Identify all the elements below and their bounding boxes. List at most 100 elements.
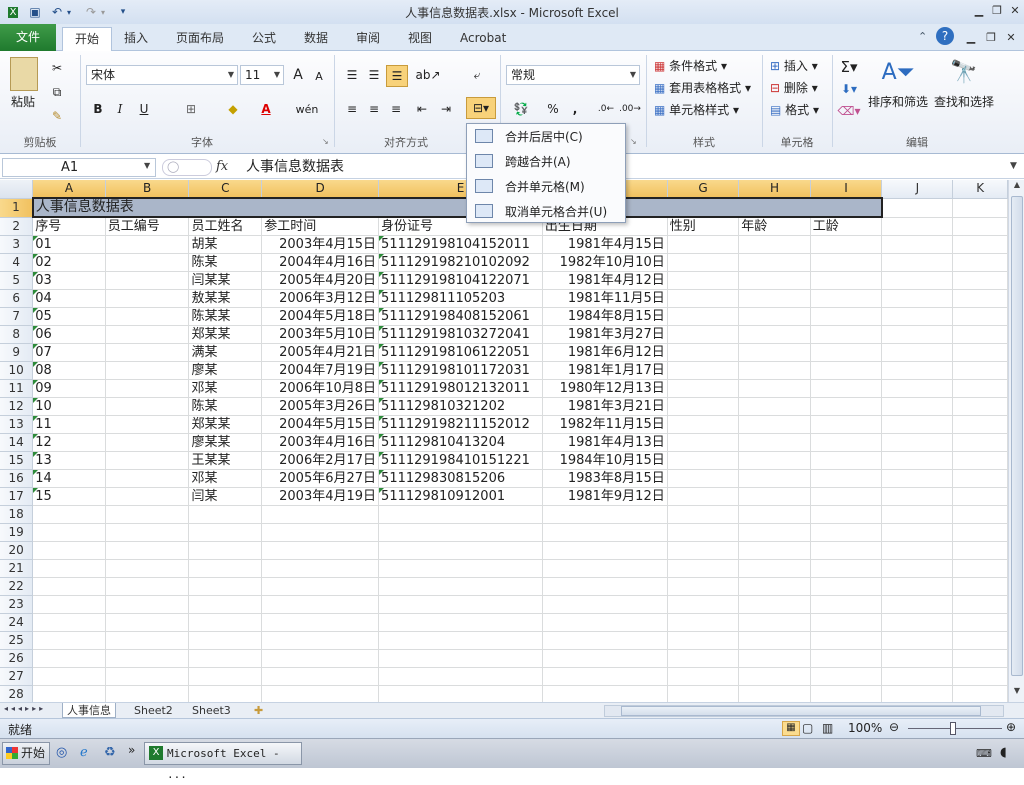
name-box[interactable]: A1 (2, 158, 156, 177)
cell[interactable]: 满某 (188, 343, 263, 362)
row-header[interactable]: 14 (0, 433, 34, 452)
cell[interactable] (881, 451, 954, 470)
row-header[interactable]: 19 (0, 523, 34, 542)
cell[interactable] (261, 613, 380, 632)
cell[interactable] (188, 649, 263, 668)
cell[interactable] (188, 541, 263, 560)
cell[interactable] (542, 595, 668, 614)
cell[interactable] (667, 487, 740, 506)
cell[interactable] (738, 613, 811, 632)
cell[interactable] (952, 451, 1008, 470)
cell[interactable] (667, 541, 740, 560)
orientation-icon[interactable]: ab↗ (415, 65, 440, 85)
row-header[interactable]: 11 (0, 379, 34, 398)
cell[interactable] (810, 235, 883, 254)
cell[interactable] (810, 451, 883, 470)
cell[interactable] (810, 343, 883, 362)
format-painter-icon[interactable]: ✎ (48, 107, 66, 125)
more-quicklaunch-icon[interactable]: » (128, 743, 135, 757)
cell[interactable] (952, 523, 1008, 542)
cell[interactable] (542, 667, 668, 686)
cell[interactable] (738, 325, 811, 344)
cell[interactable] (952, 397, 1008, 416)
cell[interactable]: 511129198410151221 (378, 451, 543, 470)
cell[interactable] (881, 433, 954, 452)
page-break-view-icon[interactable]: ▥ (822, 721, 833, 735)
cell[interactable]: 郑某某 (188, 325, 263, 344)
quicklaunch-icon-3[interactable]: ♻ (104, 745, 120, 761)
cell[interactable] (105, 469, 190, 488)
cell[interactable]: 1982年11月15日 (542, 415, 668, 434)
cell[interactable]: 11 (32, 415, 106, 434)
tab-page-layout[interactable]: 页面布局 (164, 27, 236, 51)
cell[interactable] (738, 559, 811, 578)
cell[interactable] (32, 667, 106, 686)
cell[interactable] (667, 343, 740, 362)
insert-function-icon[interactable]: fx (216, 159, 228, 174)
row-header[interactable]: 15 (0, 451, 34, 470)
cell[interactable] (105, 415, 190, 434)
cell[interactable] (667, 469, 740, 488)
column-header[interactable]: I (810, 180, 883, 199)
cell[interactable]: 10 (32, 397, 106, 416)
cell[interactable] (810, 415, 883, 434)
cell[interactable]: 1981年3月21日 (542, 397, 668, 416)
cell[interactable] (105, 253, 190, 272)
paste-button[interactable]: 粘贴 (11, 93, 35, 110)
column-header[interactable]: J (881, 180, 954, 199)
cell[interactable] (738, 433, 811, 452)
cell[interactable]: 年龄 (738, 217, 811, 236)
cell[interactable] (952, 325, 1008, 344)
find-select-button[interactable]: 查找和选择 (934, 93, 994, 110)
row-header[interactable]: 27 (0, 667, 34, 686)
cell[interactable] (105, 649, 190, 668)
font-name-combo[interactable]: 宋体 ▼ (86, 65, 238, 85)
cell[interactable]: 04 (32, 289, 106, 308)
tab-data[interactable]: 数据 (292, 27, 340, 51)
cell[interactable]: 2006年10月8日 (261, 379, 380, 398)
cell[interactable]: 06 (32, 325, 106, 344)
cell[interactable] (738, 379, 811, 398)
row-header[interactable]: 1 (0, 198, 34, 218)
cell[interactable] (542, 505, 668, 524)
cell[interactable]: 02 (32, 253, 106, 272)
unmerge-cells-item[interactable]: 取消单元格合并(U) (469, 199, 624, 223)
zoom-level[interactable]: 100% (848, 721, 882, 735)
cell[interactable] (105, 271, 190, 290)
row-header[interactable]: 17 (0, 487, 34, 506)
cell[interactable] (738, 253, 811, 272)
sort-filter-button[interactable]: 排序和筛选 (868, 93, 928, 110)
cell[interactable]: 2005年4月20日 (261, 271, 380, 290)
cell[interactable] (738, 397, 811, 416)
cell[interactable] (810, 613, 883, 632)
cell[interactable] (881, 415, 954, 434)
row-header[interactable]: 8 (0, 325, 34, 344)
cell[interactable] (105, 433, 190, 452)
column-header[interactable]: C (188, 180, 263, 199)
clear-icon[interactable]: ⌫▾ (838, 101, 861, 121)
cell[interactable] (105, 451, 190, 470)
cell[interactable] (810, 631, 883, 650)
cell[interactable]: 1981年6月12日 (542, 343, 668, 362)
row-header[interactable]: 13 (0, 415, 34, 434)
row-header[interactable]: 23 (0, 595, 34, 614)
cell[interactable]: 511129198104152011 (378, 235, 543, 254)
cell[interactable] (188, 577, 263, 596)
row-header[interactable]: 21 (0, 559, 34, 578)
cell[interactable] (667, 559, 740, 578)
cell[interactable] (738, 631, 811, 650)
cell[interactable] (738, 289, 811, 308)
cell[interactable] (881, 541, 954, 560)
merge-center-button[interactable]: ⊟▾ (466, 97, 496, 119)
cell[interactable] (952, 541, 1008, 560)
cell[interactable] (810, 487, 883, 506)
cell[interactable] (105, 325, 190, 344)
cell[interactable]: 14 (32, 469, 106, 488)
cell[interactable] (952, 271, 1008, 290)
row-header[interactable]: 22 (0, 577, 34, 596)
autosum-icon[interactable]: Σ▾ (838, 57, 860, 77)
cell[interactable] (378, 577, 543, 596)
delete-cells-button[interactable]: ⊟ 删除 ▾ (770, 79, 818, 96)
sheet-tab-2[interactable]: Sheet2 (130, 703, 177, 718)
cell[interactable] (738, 343, 811, 362)
